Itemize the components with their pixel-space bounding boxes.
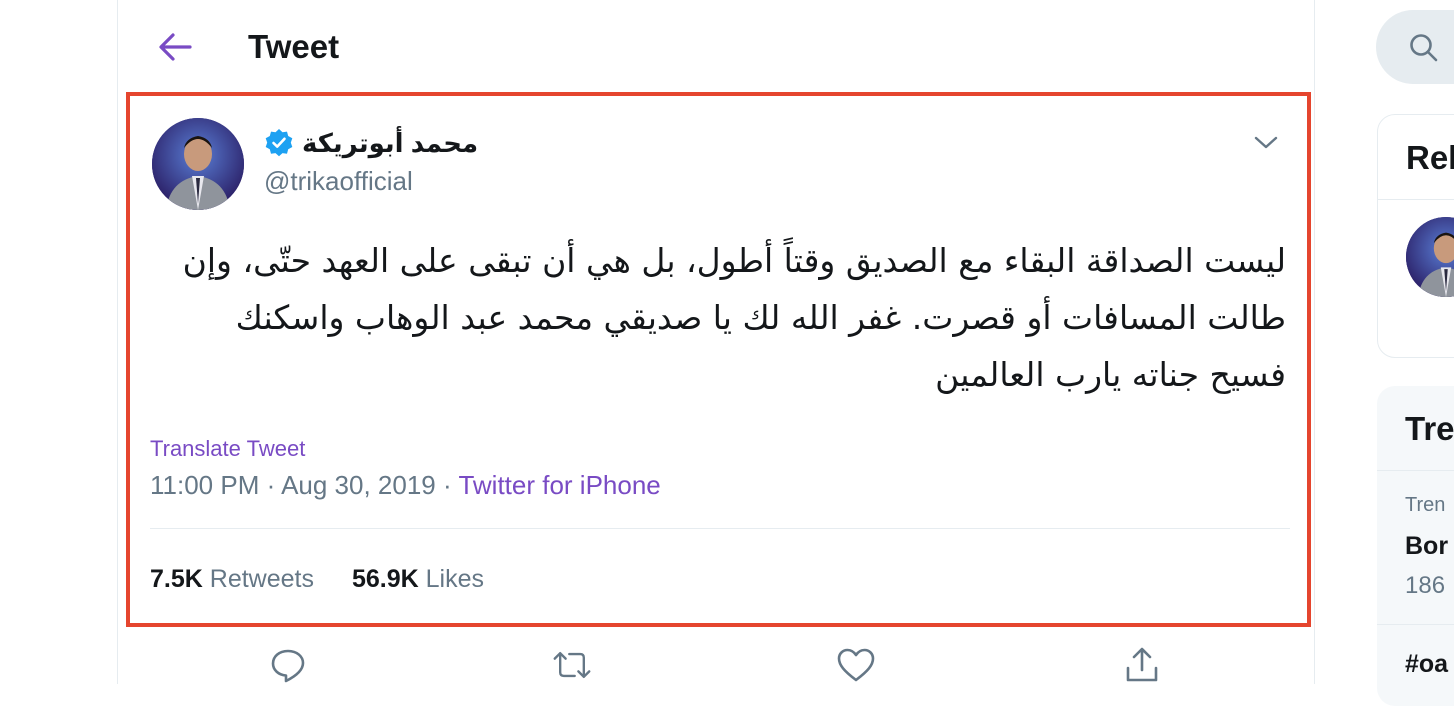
like-button[interactable]	[836, 646, 876, 686]
chevron-down-icon	[1254, 136, 1278, 149]
tweet-detail: محمد أبوتريكة @trikaofficial ليست الصداق…	[126, 92, 1311, 627]
translate-tweet-link[interactable]: Translate Tweet	[150, 436, 305, 462]
heart-icon	[837, 648, 875, 682]
divider	[150, 528, 1290, 529]
page-title: Tweet	[248, 28, 340, 65]
retweet-button[interactable]	[552, 646, 592, 686]
tweet-date[interactable]: Aug 30, 2019	[281, 470, 436, 500]
author-handle[interactable]: @trikaofficial	[264, 164, 413, 198]
trends-card: Tre Tren Bor 186 #oa	[1377, 386, 1454, 706]
tweet-text: ليست الصداقة البقاء مع الصديق وقتاً أطول…	[182, 241, 1286, 394]
retweets-stat[interactable]: 7.5K Retweets	[150, 562, 314, 596]
header-bar: Tweet	[118, 0, 1314, 92]
divider	[1377, 470, 1454, 471]
trend-name[interactable]: Bor	[1405, 532, 1448, 561]
tweet-source-link[interactable]: Twitter for iPhone	[458, 470, 660, 500]
tweet-actions	[118, 640, 1314, 684]
likes-count: 56.9K	[351, 565, 419, 593]
avatar-image	[152, 118, 244, 210]
reply-icon	[271, 649, 305, 683]
trend-count: 186	[1405, 572, 1446, 599]
trends-title: Tre	[1405, 410, 1454, 447]
relevant-person-avatar[interactable]	[1406, 217, 1454, 297]
likes-label: Likes	[425, 565, 485, 593]
likes-stat[interactable]: 56.9K Likes	[352, 562, 484, 596]
author-name: محمد أبوتريكة	[302, 128, 479, 158]
verified-badge-icon	[265, 129, 293, 157]
retweet-icon	[553, 652, 591, 678]
back-button[interactable]	[154, 27, 196, 67]
reply-button[interactable]	[268, 646, 308, 686]
divider	[1377, 624, 1454, 625]
relevant-people-title: Rel	[1406, 139, 1454, 176]
search-input[interactable]	[1376, 10, 1454, 84]
avatar-image	[1406, 217, 1454, 297]
search-icon	[1410, 34, 1438, 62]
relevant-people-card: Rel	[1377, 114, 1454, 358]
trend-context: Tren	[1405, 494, 1446, 516]
trend-name[interactable]: #oa	[1405, 650, 1448, 679]
tweet-stats: 7.5K Retweets 56.9K Likes	[150, 562, 484, 596]
share-icon	[1126, 647, 1158, 682]
share-button[interactable]	[1122, 646, 1162, 686]
tweet-metadata: 11:00 PM · Aug 30, 2019 · Twitter for iP…	[150, 468, 661, 502]
retweets-label: Retweets	[209, 565, 314, 593]
arrow-left-icon	[159, 33, 192, 61]
author-avatar[interactable]	[152, 118, 244, 210]
more-options-button[interactable]	[1249, 126, 1283, 160]
main-column: Tweet محمد أبوتريكة @trikaofficial ليست …	[117, 0, 1315, 684]
meta-separator: ·	[443, 470, 452, 500]
retweets-count: 7.5K	[150, 565, 203, 593]
author-name-row[interactable]: محمد أبوتريكة	[264, 126, 478, 160]
tweet-time[interactable]: 11:00 PM	[150, 470, 259, 500]
divider	[1378, 199, 1454, 200]
meta-separator: ·	[266, 470, 276, 500]
